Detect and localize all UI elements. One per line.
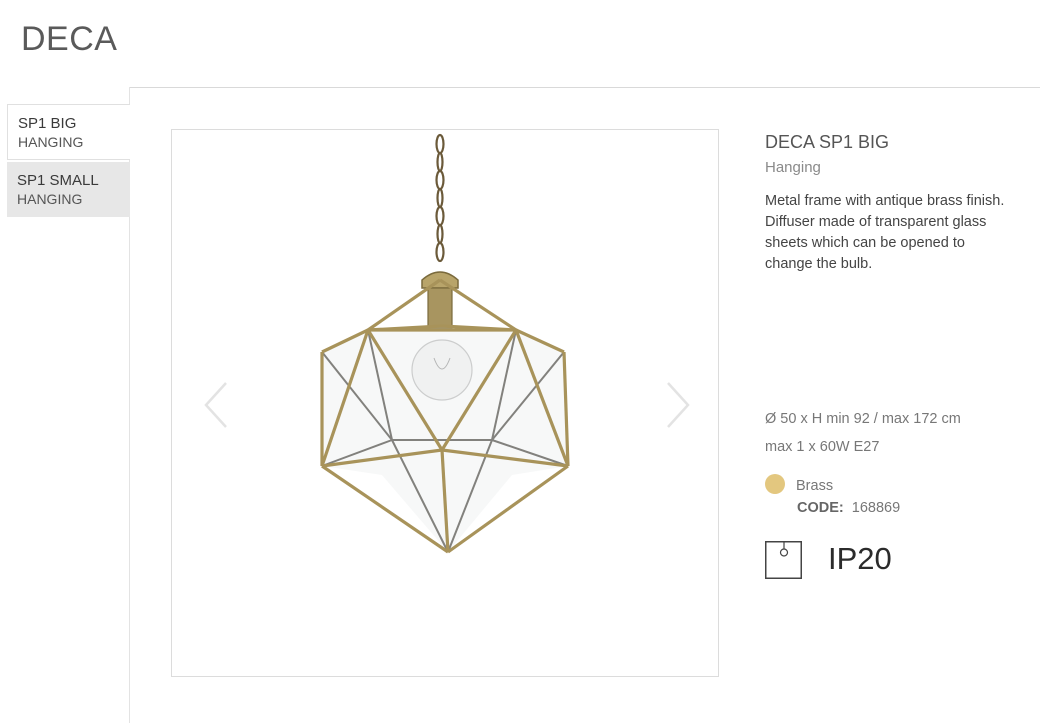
chevron-right-icon[interactable] xyxy=(662,380,692,430)
divider-top xyxy=(130,87,1040,88)
product-specs: Ø 50 x H min 92 / max 172 cm max 1 x 60W… xyxy=(765,405,961,461)
bulb-spec-text: max 1 x 60W E27 xyxy=(765,439,880,455)
product-info: DECA SP1 BIG Hanging Metal frame with an… xyxy=(765,132,1025,275)
finish-name: Brass xyxy=(796,478,834,494)
tab-type: HANGING xyxy=(17,191,83,207)
product-code: CODE: 168869 xyxy=(797,500,900,516)
dimensions-text: Ø 50 x H min 92 / max 172 cm xyxy=(765,411,961,427)
tab-type: HANGING xyxy=(18,134,84,150)
pendant-lamp-photo xyxy=(320,133,570,554)
variant-tabs: SP1 BIG HANGING SP1 SMALL HANGING xyxy=(7,104,130,217)
ip-rating-text: IP20 xyxy=(828,541,892,576)
chevron-left-icon[interactable] xyxy=(202,380,232,430)
tab-name: SP1 BIG xyxy=(18,115,77,132)
finish-swatch-brass[interactable] xyxy=(765,474,785,494)
product-image-gallery xyxy=(171,129,719,677)
tab-name: SP1 SMALL xyxy=(17,172,99,189)
page-title: DECA xyxy=(21,20,118,58)
product-title: DECA SP1 BIG xyxy=(765,132,890,152)
product-subtitle: Hanging xyxy=(765,159,821,176)
product-description: Metal frame with antique brass finish. D… xyxy=(765,193,1005,272)
code-value: 168869 xyxy=(851,500,901,516)
ceiling-lamp-icon xyxy=(765,541,802,579)
tab-sp1-big[interactable]: SP1 BIG HANGING xyxy=(7,104,130,160)
tab-sp1-small[interactable]: SP1 SMALL HANGING xyxy=(7,162,130,217)
code-label: CODE: xyxy=(797,500,844,516)
